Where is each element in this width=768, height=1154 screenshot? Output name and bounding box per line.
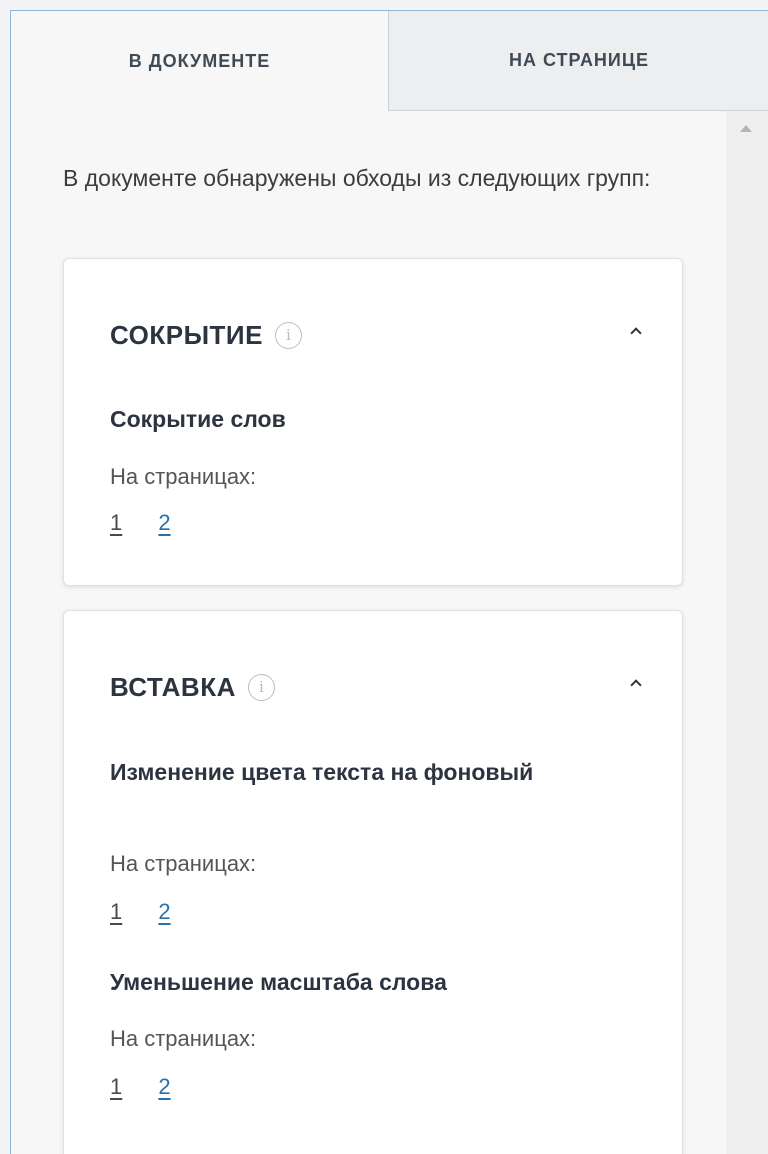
scrollbar[interactable] [726, 111, 768, 1154]
page-links: 1 2 [110, 898, 201, 926]
tab-on-page[interactable]: НА СТРАНИЦЕ [388, 11, 768, 111]
bypass-title: Изменение цвета текста на фоновый [110, 759, 534, 785]
pages-label: На страницах: [110, 464, 257, 489]
page-links: 1 2 [110, 1073, 201, 1101]
detection-panel: В ДОКУМЕНТЕ НА СТРАНИЦЕ В документе обна… [10, 10, 768, 1154]
group-card-hiding: СОКРЫТИЕ i Сокрытие слов На страницах: 1… [63, 258, 683, 586]
page-link-1[interactable]: 1 [110, 898, 122, 926]
bypass-title: Уменьшение масштаба слова [110, 969, 447, 995]
page-link-2[interactable]: 2 [158, 509, 170, 537]
page-links: 1 2 [110, 509, 201, 537]
results-content: В документе обнаружены обходы из следующ… [11, 111, 727, 1154]
pages-label: На страницах: [110, 1026, 257, 1051]
page-link-2[interactable]: 2 [158, 1073, 170, 1101]
bypass-title: Сокрытие слов [110, 406, 286, 432]
group-header: СОКРЫТИЕ i [110, 317, 642, 353]
group-title: ВСТАВКА [110, 671, 236, 702]
pages-label: На страницах: [110, 851, 257, 876]
group-title: СОКРЫТИЕ [110, 319, 263, 350]
page-link-1[interactable]: 1 [110, 1073, 122, 1101]
group-header: ВСТАВКА i [110, 669, 642, 705]
page-link-2[interactable]: 2 [158, 898, 170, 926]
info-icon[interactable]: i [247, 673, 275, 701]
page-link-1[interactable]: 1 [110, 509, 122, 537]
group-card-insertion: ВСТАВКА i Изменение цвета текста на фоно… [63, 610, 683, 1154]
tab-in-document[interactable]: В ДОКУМЕНТЕ [11, 11, 388, 111]
chevron-up-icon[interactable] [630, 677, 642, 689]
chevron-up-icon[interactable] [630, 325, 642, 337]
info-icon[interactable]: i [274, 321, 302, 349]
tab-bar: В ДОКУМЕНТЕ НА СТРАНИЦЕ [11, 11, 768, 111]
intro-text: В документе обнаружены обходы из следующ… [63, 165, 651, 191]
scroll-up-icon[interactable] [740, 125, 752, 132]
